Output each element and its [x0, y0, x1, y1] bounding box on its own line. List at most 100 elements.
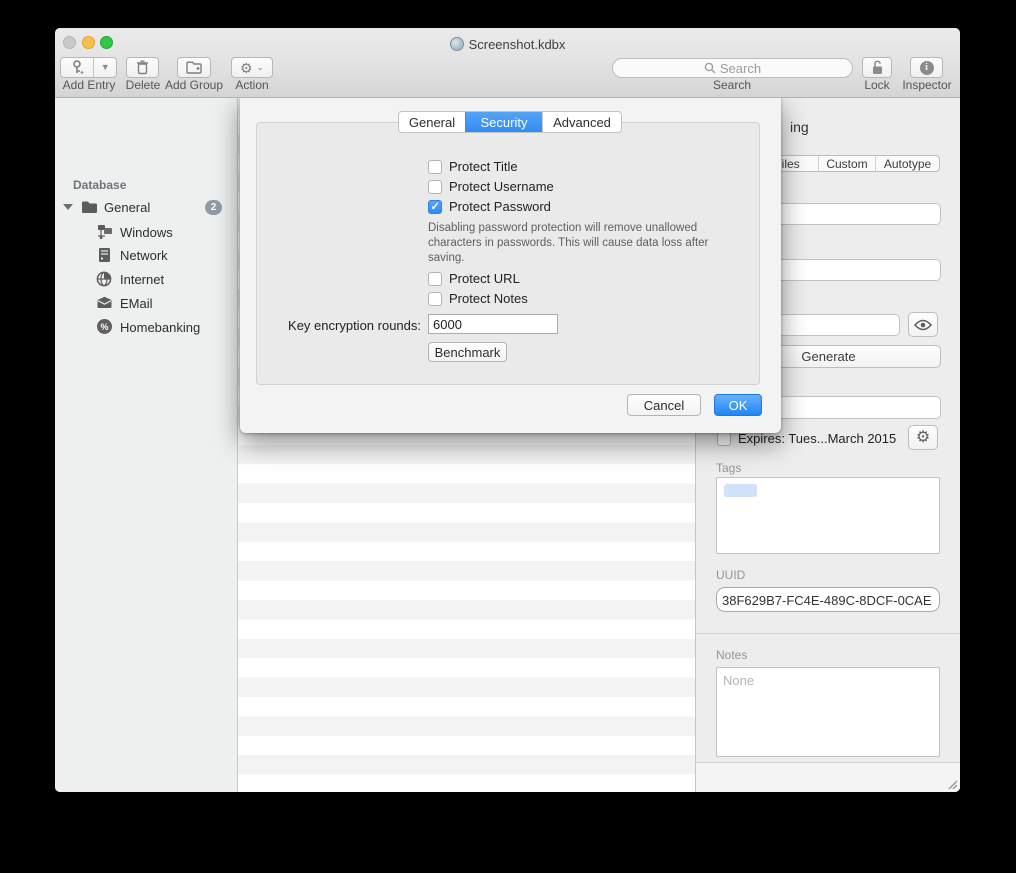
folder-plus-icon: [186, 61, 202, 74]
action-label: Action: [227, 78, 277, 91]
show-password-button[interactable]: [908, 312, 938, 337]
chevron-down-icon: ⌄: [257, 63, 265, 72]
protect-password-label: Protect Password: [449, 199, 551, 214]
add-group-label: Add Group: [162, 78, 226, 91]
sidebar-item-label: Windows: [120, 225, 173, 240]
protect-username-checkbox[interactable]: [428, 180, 442, 194]
chevron-down-icon[interactable]: ▼: [94, 63, 116, 72]
percent-icon: %: [97, 319, 112, 334]
app-window: Screenshot.kdbx ▼ Add Entry: [55, 28, 960, 792]
sidebar-item-network[interactable]: Network: [55, 245, 237, 266]
protect-notes-label: Protect Notes: [449, 291, 528, 306]
expires-checkbox[interactable]: [717, 432, 731, 446]
expiry-settings-button[interactable]: ⚙: [908, 425, 938, 450]
sidebar-item-email[interactable]: EMail: [55, 293, 237, 314]
tags-box[interactable]: [716, 477, 940, 554]
eye-icon: [914, 319, 932, 331]
protect-notes-checkbox[interactable]: [428, 292, 442, 306]
action-button[interactable]: ⚙ ⌄: [231, 57, 273, 78]
protect-title-label: Protect Title: [449, 159, 518, 174]
protect-username-label: Protect Username: [449, 179, 554, 194]
inspector-button[interactable]: i: [910, 57, 943, 78]
ok-button[interactable]: OK: [714, 394, 762, 416]
info-icon: i: [920, 61, 934, 75]
sidebar-section-header: Database: [73, 178, 126, 192]
dialog-tabs: General Security Advanced: [398, 111, 622, 133]
tab-advanced[interactable]: Advanced: [542, 112, 621, 132]
sidebar-item-label: General: [104, 200, 150, 215]
benchmark-button[interactable]: Benchmark: [428, 342, 507, 362]
key-rounds-label: Key encryption rounds:: [260, 318, 421, 333]
close-button[interactable]: [63, 36, 76, 49]
minimize-button[interactable]: [82, 36, 95, 49]
divider: [696, 633, 960, 634]
lock-label: Lock: [855, 78, 899, 91]
unlock-icon: [871, 60, 884, 75]
lock-button[interactable]: [862, 57, 892, 78]
password-protection-warning: Disabling password protection will remov…: [428, 221, 768, 266]
sidebar-item-windows[interactable]: Windows: [55, 222, 237, 243]
sidebar-item-label: Network: [120, 248, 168, 263]
uuid-field[interactable]: 38F629B7-FC4E-489C-8DCF-0CAE: [716, 587, 940, 612]
tab-custom[interactable]: Custom: [818, 156, 875, 171]
cancel-button[interactable]: Cancel: [627, 394, 701, 416]
tab-security[interactable]: Security: [465, 112, 542, 132]
search-label: Search: [702, 78, 762, 91]
notes-textarea[interactable]: None: [716, 667, 940, 757]
protect-title-checkbox[interactable]: [428, 160, 442, 174]
sidebar-item-homebanking[interactable]: % Homebanking: [55, 317, 237, 338]
delete-button[interactable]: [126, 57, 159, 78]
sidebar-item-label: EMail: [120, 296, 153, 311]
server-icon: [98, 247, 111, 263]
protect-url-label: Protect URL: [449, 271, 520, 286]
security-sheet-dialog: General Security Advanced Protect Title …: [240, 97, 781, 433]
globe-icon: [96, 271, 112, 287]
sidebar-item-internet[interactable]: Internet: [55, 269, 237, 290]
disclosure-triangle-icon[interactable]: [63, 204, 73, 210]
tab-autotype[interactable]: Autotype: [875, 156, 939, 171]
protect-title-row[interactable]: Protect Title: [428, 159, 518, 174]
envelope-icon: [96, 296, 113, 309]
protect-url-checkbox[interactable]: [428, 272, 442, 286]
document-icon: [450, 37, 464, 51]
protect-notes-row[interactable]: Protect Notes: [428, 291, 528, 306]
window-title: Screenshot.kdbx: [355, 36, 660, 52]
sidebar-item-label: Internet: [120, 272, 164, 287]
window-title-text: Screenshot.kdbx: [469, 37, 566, 52]
protect-url-row[interactable]: Protect URL: [428, 271, 520, 286]
notes-label: Notes: [716, 648, 747, 662]
sidebar-item-general[interactable]: General 2: [55, 197, 237, 218]
tag-chip[interactable]: [724, 484, 757, 497]
search-placeholder: Search: [720, 61, 761, 76]
tags-label: Tags: [716, 461, 741, 475]
search-icon: [704, 62, 716, 74]
inspector-title-fragment: ing: [790, 119, 809, 135]
inspector-footer: [695, 762, 960, 792]
titlebar-toolbar: Screenshot.kdbx ▼ Add Entry: [55, 28, 960, 98]
zoom-button[interactable]: [100, 36, 113, 49]
trash-icon: [136, 60, 149, 75]
protect-password-row[interactable]: Protect Password: [428, 199, 551, 214]
gear-icon: ⚙: [916, 430, 930, 446]
inspector-tabs: Files Custom Autotype: [755, 155, 940, 172]
add-entry-button[interactable]: ▼: [60, 57, 117, 78]
key-rounds-input[interactable]: [428, 314, 558, 334]
protect-password-checkbox[interactable]: [428, 200, 442, 214]
count-badge: 2: [205, 200, 222, 215]
search-input[interactable]: Search: [612, 58, 853, 78]
inspector-label: Inspector: [895, 78, 959, 91]
sidebar: Database General 2: [55, 97, 237, 792]
protect-username-row[interactable]: Protect Username: [428, 179, 554, 194]
add-group-button[interactable]: [177, 57, 211, 78]
key-plus-icon: [61, 60, 93, 75]
uuid-label: UUID: [716, 568, 745, 582]
sidebar-item-label: Homebanking: [120, 320, 200, 335]
add-entry-label: Add Entry: [57, 78, 121, 91]
tab-general[interactable]: General: [399, 112, 465, 132]
folder-icon: [81, 200, 98, 214]
resize-grip-icon[interactable]: [946, 778, 957, 789]
windows-network-icon: [96, 224, 113, 240]
expires-row[interactable]: Expires: Tues...March 2015: [717, 431, 896, 446]
gear-icon: ⚙: [240, 61, 253, 75]
expires-label: Expires: Tues...March 2015: [738, 431, 896, 446]
